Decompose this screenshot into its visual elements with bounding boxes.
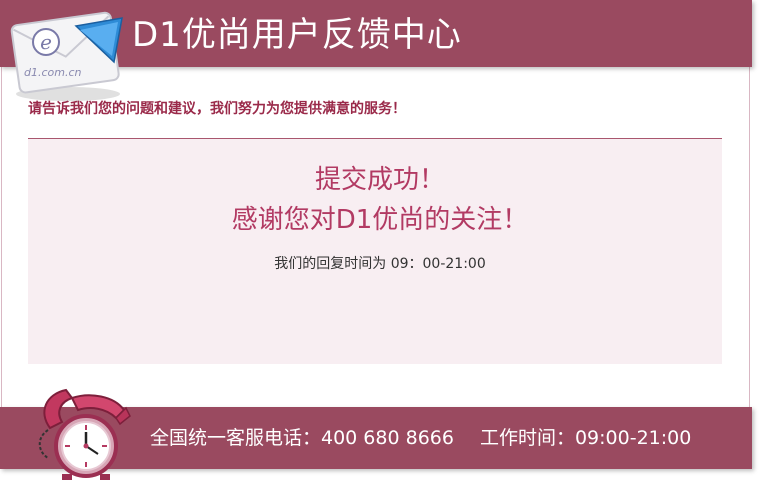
customer-hotline: 全国统一客服电话：400 680 8666 (150, 427, 454, 449)
footer-contact: 全国统一客服电话：400 680 8666 工作时间：09:00-21:00 (150, 424, 691, 452)
reply-hours-note: 我们的回复时间为 09：00-21:00 (274, 256, 486, 272)
phone-clock-icon (38, 388, 131, 480)
subtitle-text: 请告诉我们您的问题和建议，我们努力为您提供满意的服务！ (28, 101, 406, 117)
thanks-message: 感谢您对D1优尚的关注！ (231, 205, 529, 235)
working-hours: 工作时间：09:00-21:00 (479, 427, 692, 449)
mail-envelope-icon: e d1.com.cn (10, 11, 123, 101)
mail-icon-letter: e (40, 30, 52, 54)
success-message: 提交成功！ (314, 165, 445, 195)
mail-icon-domain: d1.com.cn (24, 66, 82, 79)
page-title: D1优尚用户反馈中心 (132, 15, 462, 55)
